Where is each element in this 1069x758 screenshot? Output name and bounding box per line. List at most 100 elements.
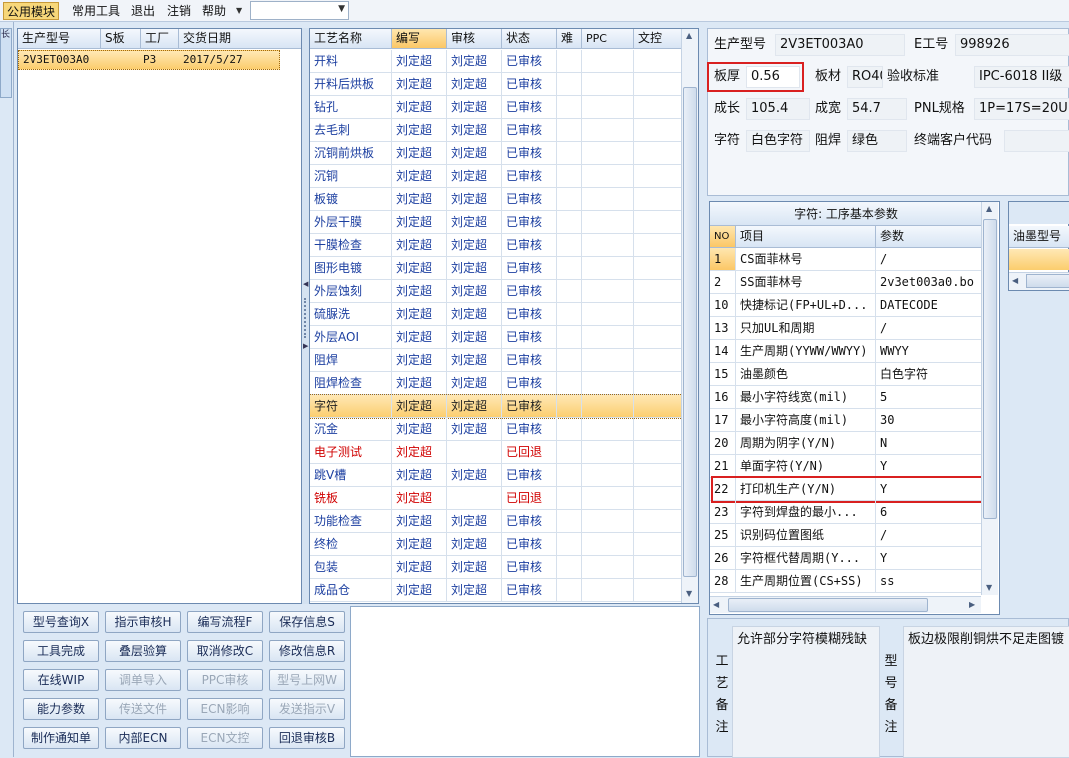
help-dropdown-icon[interactable]: ▼ <box>233 2 245 20</box>
menu-common-tools[interactable]: 常用工具 <box>69 2 123 20</box>
scroll-thumb[interactable] <box>728 598 928 612</box>
action-button-17[interactable]: 内部ECN <box>105 727 181 749</box>
splitter-handle[interactable]: ◀ ▶ <box>302 28 309 604</box>
table-row[interactable]: 阻焊检查 刘定超 刘定超 已审核 <box>310 372 682 395</box>
menu-help[interactable]: 帮助 <box>199 2 229 20</box>
table-row[interactable]: 去毛刺 刘定超 刘定超 已审核 <box>310 119 682 142</box>
scroll-thumb[interactable] <box>983 219 997 519</box>
table-row[interactable]: 包装 刘定超 刘定超 已审核 <box>310 556 682 579</box>
menu-public-module[interactable]: 公用模块 <box>3 2 60 20</box>
table-row[interactable]: 外层干膜 刘定超 刘定超 已审核 <box>310 211 682 234</box>
action-button-15[interactable]: 发送指示V <box>269 698 345 720</box>
menu-combo-box[interactable]: ▼ <box>250 1 349 20</box>
col-header-status[interactable]: 状态 <box>502 29 557 49</box>
table-row[interactable]: 23 字符到焊盘的最小... 6 <box>710 501 982 524</box>
scroll-right-icon[interactable]: ▶ <box>969 600 975 609</box>
customer-code-field[interactable] <box>1004 130 1069 152</box>
col-header-no[interactable]: NO <box>710 226 736 248</box>
table-row[interactable] <box>1009 249 1069 270</box>
table-row[interactable]: 26 字符框代替周期(Y... Y <box>710 547 982 570</box>
table-row[interactable]: 铣板 刘定超 已回退 <box>310 487 682 510</box>
action-button-13[interactable]: 传送文件 <box>105 698 181 720</box>
action-button-9[interactable]: 调单导入 <box>105 669 181 691</box>
action-button-12[interactable]: 能力参数 <box>23 698 99 720</box>
eno-field[interactable]: 998926 <box>955 34 1069 56</box>
scroll-down-icon[interactable]: ▼ <box>986 583 992 592</box>
table-row[interactable]: 外层蚀刻 刘定超 刘定超 已审核 <box>310 280 682 303</box>
table-row[interactable]: 沉铜前烘板 刘定超 刘定超 已审核 <box>310 142 682 165</box>
table-row[interactable]: 板镀 刘定超 刘定超 已审核 <box>310 188 682 211</box>
table-row[interactable]: 2 SS面菲林号 2v3et003a0.bo <box>710 271 982 294</box>
table-row[interactable]: 外层AOI 刘定超 刘定超 已审核 <box>310 326 682 349</box>
col-header-process[interactable]: 工艺名称 <box>310 29 392 49</box>
action-button-16[interactable]: 制作通知单 <box>23 727 99 749</box>
table-row[interactable]: 功能检查 刘定超 刘定超 已审核 <box>310 510 682 533</box>
table-row[interactable]: 13 只加UL和周期 / <box>710 317 982 340</box>
action-button-10[interactable]: PPC审核 <box>187 669 263 691</box>
action-button-6[interactable]: 取消修改C <box>187 640 263 662</box>
scroll-down-icon[interactable]: ▼ <box>686 589 692 598</box>
table-row[interactable]: 14 生产周期(YYWW/WWYY) WWYY <box>710 340 982 363</box>
model-field[interactable]: 2V3ET003A0 <box>775 34 905 56</box>
action-button-14[interactable]: ECN影响 <box>187 698 263 720</box>
menu-exit[interactable]: 退出 <box>128 2 158 20</box>
action-button-0[interactable]: 型号查询X <box>23 611 99 633</box>
col-header-reviewer[interactable]: 审核 <box>447 29 502 49</box>
action-button-19[interactable]: 回退审核B <box>269 727 345 749</box>
col-header-factory[interactable]: 工厂 <box>141 29 179 49</box>
table-row[interactable]: 图形电镀 刘定超 刘定超 已审核 <box>310 257 682 280</box>
table-row[interactable]: 电子测试 刘定超 已回退 <box>310 441 682 464</box>
col-header-s-board[interactable]: S板 <box>101 29 141 49</box>
scroll-left-icon[interactable]: ◀ <box>1012 276 1018 285</box>
scroll-thumb[interactable] <box>1026 274 1069 288</box>
process-grid-vscrollbar[interactable]: ▲ ▼ <box>681 29 698 603</box>
table-row[interactable]: 开料后烘板 刘定超 刘定超 已审核 <box>310 73 682 96</box>
table-row[interactable]: 硫脲洗 刘定超 刘定超 已审核 <box>310 303 682 326</box>
action-button-5[interactable]: 叠层验算 <box>105 640 181 662</box>
mask-field[interactable]: 绿色 <box>847 130 907 152</box>
action-button-11[interactable]: 型号上网W <box>269 669 345 691</box>
table-row[interactable]: 20 周期为阴字(Y/N) N <box>710 432 982 455</box>
table-row[interactable]: 16 最小字符线宽(mil) 5 <box>710 386 982 409</box>
scroll-thumb[interactable] <box>683 87 697 577</box>
standard-field[interactable]: IPC-6018 II级 <box>974 66 1069 88</box>
table-row[interactable]: 字符 刘定超 刘定超 已审核 <box>310 394 683 419</box>
process-remark-text[interactable]: 允许部分字符模糊残缺 <box>732 626 880 758</box>
scroll-up-icon[interactable]: ▲ <box>686 31 692 40</box>
col-header-ppc[interactable]: PPC <box>582 29 634 49</box>
col-header-delivery-date[interactable]: 交货日期 <box>179 29 301 49</box>
table-row[interactable]: 21 单面字符(Y/N) Y <box>710 455 982 478</box>
table-row[interactable]: 1 CS面菲林号 / <box>710 248 982 271</box>
width-field[interactable]: 54.7 <box>847 98 907 120</box>
menu-logout[interactable]: 注销 <box>164 2 194 20</box>
table-row[interactable]: 沉金 刘定超 刘定超 已审核 <box>310 418 682 441</box>
action-button-4[interactable]: 工具完成 <box>23 640 99 662</box>
model-remark-text[interactable]: 板边极限削铜烘不足走图镀 <box>903 626 1069 758</box>
col-header-difficulty[interactable]: 难 <box>557 29 582 49</box>
col-header-model[interactable]: 生产型号 <box>18 29 101 49</box>
params-vscrollbar[interactable]: ▲ ▼ <box>981 202 998 595</box>
action-button-18[interactable]: ECN文控 <box>187 727 263 749</box>
col-header-doc-control[interactable]: 文控 <box>634 29 682 49</box>
chevron-down-icon[interactable]: ▼ <box>338 4 345 14</box>
table-row[interactable]: 沉铜 刘定超 刘定超 已审核 <box>310 165 682 188</box>
left-panel-tab[interactable]: 长 <box>0 28 12 98</box>
table-row[interactable]: 25 识别码位置图纸 / <box>710 524 982 547</box>
char-field[interactable]: 白色字符 <box>746 130 810 152</box>
material-field[interactable]: RO4003C <box>847 66 883 88</box>
ink-hscrollbar[interactable]: ◀ <box>1009 272 1069 290</box>
action-button-8[interactable]: 在线WIP <box>23 669 99 691</box>
table-row[interactable]: 跳V槽 刘定超 刘定超 已审核 <box>310 464 682 487</box>
action-button-7[interactable]: 修改信息R <box>269 640 345 662</box>
table-row[interactable]: 10 快捷标记(FP+UL+D... DATECODE <box>710 294 982 317</box>
table-row[interactable]: 2V3ET003A0 P3 2017/5/27 <box>18 50 280 70</box>
table-row[interactable]: 干膜检查 刘定超 刘定超 已审核 <box>310 234 682 257</box>
length-field[interactable]: 105.4 <box>746 98 810 120</box>
col-header-item[interactable]: 项目 <box>736 226 876 248</box>
table-row[interactable]: 17 最小字符高度(mil) 30 <box>710 409 982 432</box>
action-button-1[interactable]: 指示审核H <box>105 611 181 633</box>
table-row[interactable]: 终检 刘定超 刘定超 已审核 <box>310 533 682 556</box>
table-row[interactable]: 28 生产周期位置(CS+SS) ss <box>710 570 982 593</box>
col-header-param[interactable]: 参数 <box>876 226 982 248</box>
table-row[interactable]: 成品仓 刘定超 刘定超 已审核 <box>310 579 682 602</box>
